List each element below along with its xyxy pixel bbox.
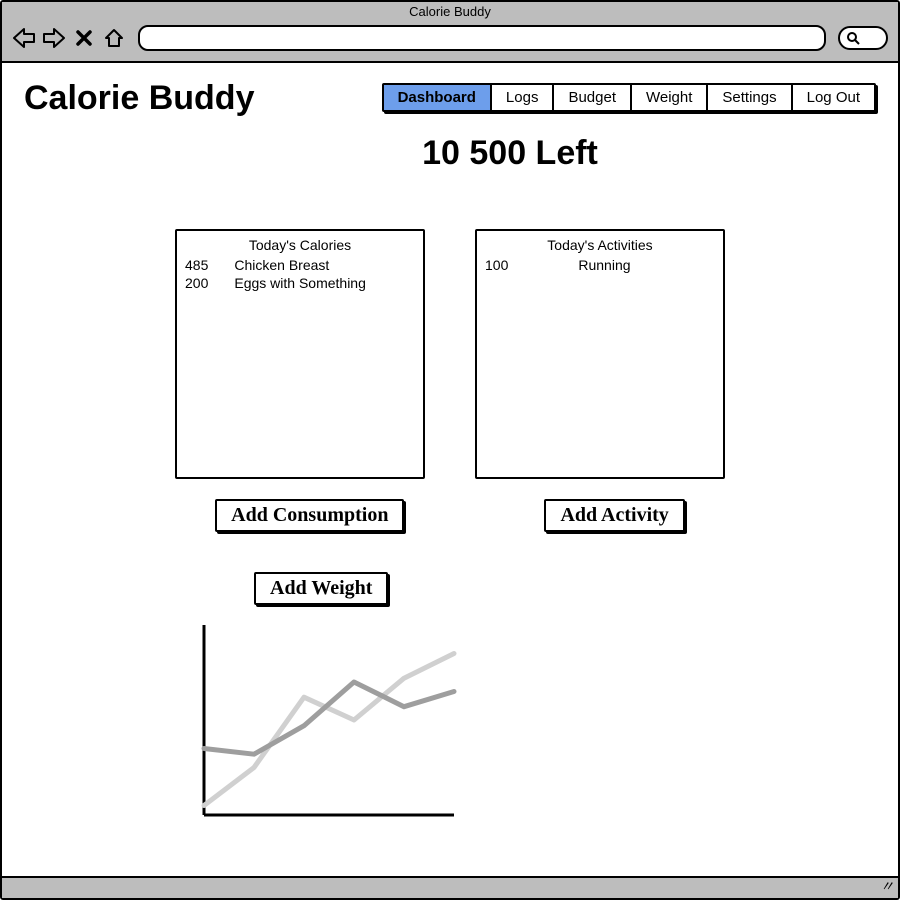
weight-section: Add Weight (194, 572, 876, 830)
list-item: 200 Eggs with Something (185, 275, 415, 291)
add-weight-button[interactable]: Add Weight (254, 572, 388, 605)
chart-series-b (204, 654, 454, 806)
tab-logout[interactable]: Log Out (793, 85, 874, 110)
page-content: Calorie Buddy Dashboard Logs Budget Weig… (2, 63, 898, 876)
browser-chrome-top: Calorie Buddy (2, 2, 898, 63)
tab-settings[interactable]: Settings (708, 85, 792, 110)
search-button[interactable] (838, 26, 888, 50)
browser-toolbar (2, 21, 898, 61)
back-icon[interactable] (12, 26, 36, 50)
resize-grip-icon[interactable]: 〃 (880, 876, 894, 896)
search-icon (846, 31, 860, 45)
list-item: 100 Running (485, 257, 715, 273)
todays-activities-panel: Today's Activities 100 Running (475, 229, 725, 479)
list-item: 485 Chicken Breast (185, 257, 415, 273)
tab-budget[interactable]: Budget (554, 85, 632, 110)
calorie-label: Eggs with Something (234, 275, 366, 291)
brand-title: Calorie Buddy (24, 79, 254, 118)
tab-dashboard[interactable]: Dashboard (384, 85, 492, 110)
home-icon[interactable] (102, 26, 126, 50)
calorie-value: 200 (185, 275, 208, 291)
url-input[interactable] (138, 25, 826, 51)
forward-icon[interactable] (42, 26, 66, 50)
calories-left-summary: 10 500 Left (144, 134, 876, 173)
nav-tabs: Dashboard Logs Budget Weight Settings Lo… (382, 83, 876, 112)
calorie-label: Chicken Breast (234, 257, 329, 273)
weight-chart (194, 615, 464, 825)
browser-window: Calorie Buddy Calorie Buddy Dashboa (0, 0, 900, 900)
browser-chrome-bottom: 〃 (2, 876, 898, 898)
activities-panel-title: Today's Activities (485, 237, 715, 253)
stop-icon[interactable] (72, 26, 96, 50)
calories-panel-title: Today's Calories (185, 237, 415, 253)
window-title: Calorie Buddy (2, 2, 898, 21)
tab-logs[interactable]: Logs (492, 85, 555, 110)
add-consumption-button[interactable]: Add Consumption (215, 499, 404, 532)
calorie-value: 485 (185, 257, 208, 273)
activity-label: Running (578, 257, 630, 273)
activity-value: 100 (485, 257, 508, 273)
tab-weight[interactable]: Weight (632, 85, 708, 110)
chart-series-a (204, 682, 454, 754)
todays-calories-panel: Today's Calories 485 Chicken Breast 200 … (175, 229, 425, 479)
add-activity-button[interactable]: Add Activity (544, 499, 684, 532)
